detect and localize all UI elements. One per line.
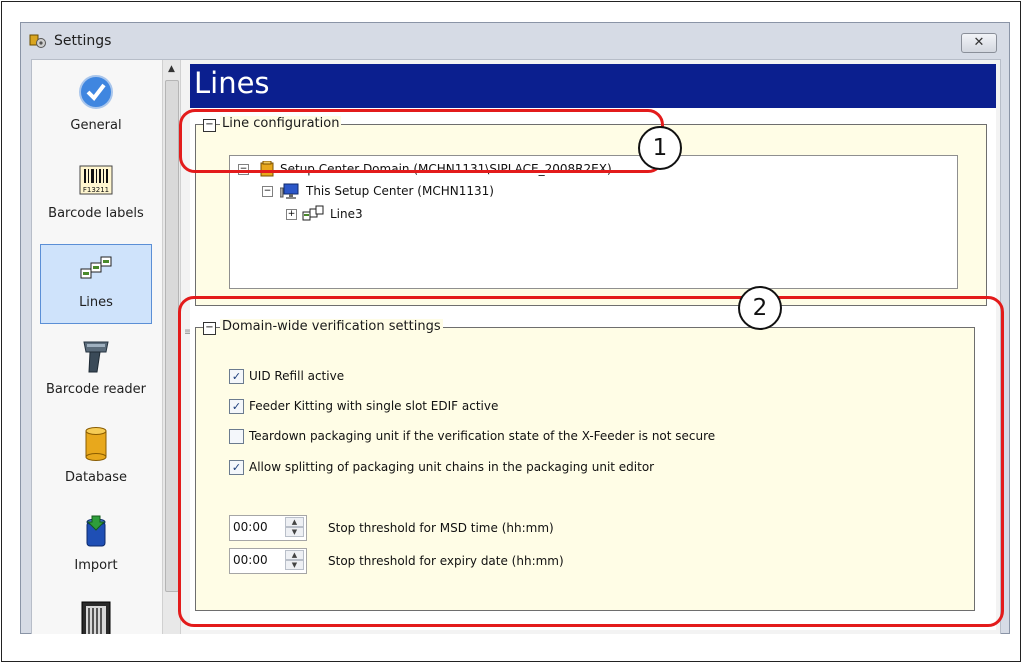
page-title: Lines	[194, 66, 270, 100]
callout-number-1: 1	[638, 126, 682, 170]
check-badge-icon	[79, 75, 113, 109]
nav-item-lines[interactable]: Lines	[40, 244, 152, 324]
nav-label-lines: Lines	[79, 295, 113, 310]
line-tree: − Setup Center Domain (MCHN1131\SIPLACE_…	[229, 155, 958, 289]
tree-label-setup-center: This Setup Center (MCHN1131)	[306, 184, 494, 198]
tree-label-line3: Line3	[330, 207, 363, 221]
scroll-thumb[interactable]	[165, 80, 179, 592]
nav-item-barcode-reader[interactable]: Barcode reader	[40, 332, 152, 412]
lines-icon	[80, 256, 112, 279]
nav-item-barcode-labels[interactable]: F13211 Barcode labels	[40, 156, 152, 236]
database-icon	[85, 427, 107, 461]
barcode-scanner-icon	[83, 341, 109, 373]
nav-label-barcode-reader: Barcode reader	[45, 382, 147, 397]
window-title: Settings	[54, 33, 112, 49]
nav-label-import: Import	[74, 558, 118, 573]
computer-icon	[280, 183, 299, 199]
barcode-label-icon: F13211	[79, 165, 113, 195]
line-icon	[302, 205, 324, 221]
nav-label-database: Database	[64, 470, 128, 485]
nav-item-database[interactable]: Database	[40, 420, 152, 500]
barcode-label-text: F13211	[83, 186, 109, 194]
expand-line3-icon[interactable]: +	[286, 209, 297, 220]
nav-label-barcode-labels: Barcode labels	[48, 206, 144, 221]
title-bar: Settings ✕	[21, 23, 1009, 59]
panel-header: Lines	[190, 64, 996, 108]
collapse-setup-center-icon[interactable]: −	[262, 186, 273, 197]
callout-highlight-2	[178, 296, 1004, 627]
import-icon	[86, 515, 106, 547]
nav-item-general[interactable]: General	[40, 68, 152, 148]
callout-highlight-1	[179, 109, 664, 173]
settings-app-icon	[29, 34, 46, 48]
callout-number-2: 2	[738, 286, 782, 330]
nav-item-import[interactable]: Import	[40, 508, 152, 588]
scroll-up-arrow-icon[interactable]: ▲	[163, 62, 180, 76]
nav-label-general: General	[70, 118, 122, 133]
nav-item-partial[interactable]	[40, 596, 152, 634]
category-nav: General F13211 Barcode labels Lines Barc…	[32, 60, 162, 634]
device-icon	[81, 601, 111, 634]
close-button[interactable]: ✕	[961, 33, 997, 53]
